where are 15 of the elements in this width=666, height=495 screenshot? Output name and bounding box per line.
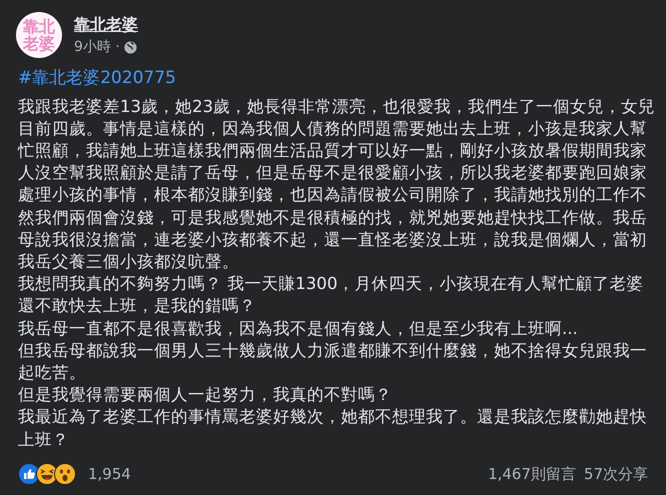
comment-count[interactable]: 1,467則留言 [488,462,576,486]
post-paragraph: 但我岳母都說我一個男人三十幾歲做人力派遣都賺不到什麼錢，她不捨得女兒跟我一起吃苦。 [18,340,648,384]
post-paragraph: 我最近為了老婆工作的事情罵老婆好幾次，她都不想理我了。還是我該怎麼勸她趕快上班？ [18,406,648,451]
post-paragraph: 我岳母一直都不是很喜歡我，因為我不是個有錢人，但是至少我有上班啊... [18,318,579,340]
avatar: 靠北老婆 [16,12,62,58]
post-paragraph: 我想問我真的不夠努力嗎？ 我一天賺1300，月休四天，小孩現在有人幫忙顧了老婆還不敢快去上班，是我的錯嗎？ [18,273,645,318]
hashtag-link[interactable]: #靠北老婆2020775 [18,66,176,92]
post-paragraph: 但是我覺得需要兩個人一起努力，我真的不對嗎？ [18,384,393,406]
surprised-face-icon[interactable] [54,463,76,485]
post-paragraph: 我跟我老婆差13歲，她23歲，她長得非常漂亮，也很愛我，我們生了一個女兒，女兒目前四歲。事情是這樣的，因為我個人債務的問題需要她出去上班，小孩是我家人幫忙照顧，我請她上班這樣我們兩個生活品質才可以好一點，剛好小孩放暑假期間我家人沒空幫我照顧於是請了岳母，但是岳母不是很愛顧小孩，所以我老婆都要跑回娘家處理小孩的事情，根本都沒賺到錢，也因為請假被公司開除了，我請她找別的工作不然我們兩個會沒錢，可是我感覺她不是很積極的找，就兇她要她趕快找工作做。我岳母說我很沒擔當，連老婆小孩都養不起，還一直怪老婆沒上班，說我是個爛人，當初我岳父養三個小孩都沒吭聲。 [18,96,656,273]
post-time[interactable]: 9小時 · [74,36,120,58]
share-count[interactable]: 57次分享 [584,462,648,486]
globe-icon [124,40,137,54]
reaction-count[interactable]: 1,954 [88,462,131,486]
author-name[interactable]: 靠北老婆 [74,12,138,36]
